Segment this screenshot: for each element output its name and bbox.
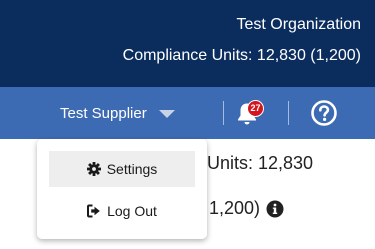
supplier-menu-toggle[interactable]: Test Supplier	[60, 87, 175, 139]
user-dropdown-menu: Settings Log Out	[37, 139, 207, 239]
supplier-name: Test Supplier	[60, 104, 147, 122]
help-button[interactable]	[310, 99, 338, 127]
logout-label: Log Out	[107, 203, 157, 219]
user-navbar: Test Supplier 27	[0, 87, 375, 139]
navbar-divider	[288, 101, 289, 125]
organization-name: Test Organization	[236, 16, 361, 33]
gear-icon	[86, 162, 101, 176]
info-icon[interactable]	[266, 200, 284, 218]
navbar-divider	[223, 101, 224, 125]
notification-count-badge: 27	[247, 100, 264, 117]
units-sub-summary: 1,200)	[209, 198, 284, 219]
organization-header: Test Organization Compliance Units: 12,8…	[0, 0, 375, 87]
settings-menu-item[interactable]: Settings	[49, 151, 195, 187]
question-circle-icon	[311, 100, 337, 126]
notifications-button[interactable]: 27	[236, 99, 266, 127]
units-summary: Units: 12,830	[207, 153, 314, 173]
sign-out-icon	[87, 204, 100, 218]
logout-menu-item[interactable]: Log Out	[49, 193, 195, 229]
caret-down-icon	[158, 110, 175, 118]
settings-label: Settings	[106, 161, 158, 177]
compliance-units: Compliance Units: 12,830 (1,200)	[122, 47, 361, 64]
units-sub-value: 1,200)	[209, 198, 261, 218]
